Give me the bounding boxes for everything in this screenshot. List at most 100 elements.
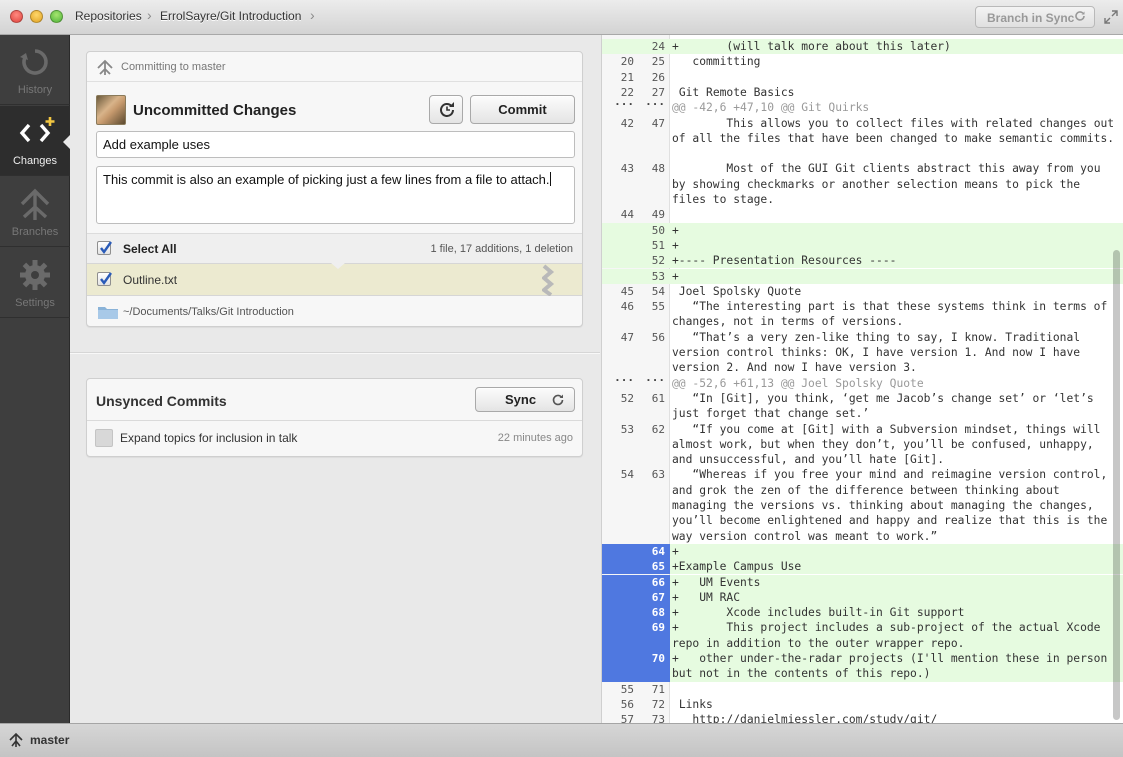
changes-icon	[19, 117, 55, 143]
diff-line-added[interactable]: 68 + Xcode includes built-in Git support	[602, 605, 1123, 621]
diff-line-added[interactable]: 53 +	[602, 268, 1123, 284]
new-line-number: 71	[651, 682, 665, 696]
select-all-row: Select All 1 file, 17 additions, 1 delet…	[87, 233, 582, 264]
new-line-number: 50	[651, 223, 665, 237]
diff-line[interactable]: 44 49	[602, 207, 1123, 222]
breadcrumb-repositories[interactable]: Repositories	[75, 9, 142, 23]
diff-line-added[interactable]: 67 + UM RAC	[602, 589, 1123, 606]
commit-panel: Committing to master Uncommitted Changes…	[86, 51, 583, 327]
line-content: This allows you to collect files with re…	[672, 116, 1121, 145]
new-line-number: 62	[651, 422, 665, 436]
sidebar-item-branches[interactable]: Branches	[0, 177, 70, 247]
new-line-number: 63	[651, 468, 665, 482]
diff-line[interactable]: 43 48 Most of the GUI Git clients abstrac…	[602, 161, 1123, 207]
sidebar-item-label: Branches	[11, 226, 59, 238]
diff-line[interactable]: 55 71	[602, 682, 1123, 697]
close-window-button[interactable]	[10, 10, 23, 23]
minimize-window-button[interactable]	[30, 10, 43, 23]
new-line-number: 68	[651, 606, 665, 620]
title-bar: Repositories › ErrolSayre/Git Introducti…	[0, 0, 1123, 35]
new-line-number: 56	[651, 330, 665, 344]
current-branch[interactable]: master	[30, 733, 69, 747]
status-bar: master	[0, 723, 1123, 757]
commit-description-text: This commit is also an example of pickin…	[103, 172, 550, 187]
line-content: + UM Events	[672, 575, 761, 589]
diff-line[interactable]: 22 27 Git Remote Basics	[602, 85, 1123, 100]
old-line-number: 45	[620, 284, 634, 298]
partial-selection-icon	[542, 264, 555, 296]
diff-hunk-header[interactable]: ...... @@ -52,6 +61,13 @@ Joel Spolsky Qu…	[602, 371, 1123, 391]
line-content: + Xcode includes built-in Git support	[672, 606, 965, 620]
old-line-number: 56	[620, 697, 634, 711]
commit-time: 22 minutes ago	[497, 432, 573, 444]
diff-line-added[interactable]: 52 +---- Presentation Resources ----	[602, 253, 1123, 269]
breadcrumb-separator-icon: ›	[310, 7, 315, 23]
old-line-number: 20	[620, 55, 634, 69]
old-line-number: 54	[620, 468, 634, 482]
file-checkbox[interactable]	[97, 272, 112, 286]
line-content: committing	[672, 55, 761, 69]
diff-line[interactable]: 57 73 http://danielmiessler.com/study/git…	[602, 712, 1123, 723]
diff-line-added[interactable]: 51 +	[602, 237, 1123, 254]
file-list-item[interactable]: Outline.txt	[87, 263, 582, 296]
refresh-clock-icon	[440, 102, 454, 117]
new-line-number: 73	[651, 713, 665, 723]
diff-line-added[interactable]: 69 + This project includes a sub-project …	[602, 620, 1123, 651]
diff-line-added[interactable]: 65 +Example Campus Use	[602, 559, 1123, 575]
diff-line[interactable]: 46 55 “The interesting part is that these…	[602, 299, 1123, 330]
new-line-number: 72	[651, 697, 665, 711]
select-all-label[interactable]: Select All	[123, 242, 177, 256]
diff-view[interactable]: 24 + (will talk more about this later) 20 2…	[601, 35, 1123, 723]
diff-line[interactable]: 42 47 This allows you to collect files wi…	[602, 116, 1123, 162]
commit-summary-input[interactable]: Add example uses	[96, 131, 575, 158]
old-line-number: 47	[620, 330, 634, 344]
new-line-number: 65	[651, 560, 665, 574]
diff-hunk-header[interactable]: ...... @@ -42,6 +47,10 @@ Git Quirks	[602, 95, 1123, 115]
zoom-window-button[interactable]	[50, 10, 63, 23]
sync-button[interactable]: Sync	[475, 387, 575, 412]
sidebar-item-changes[interactable]: Changes	[0, 106, 71, 176]
new-line-number: 61	[651, 391, 665, 405]
line-content: Links	[672, 697, 713, 711]
new-line-number: 70	[651, 652, 665, 665]
settings-icon	[20, 260, 50, 290]
diff-line[interactable]: 45 54 Joel Spolsky Quote	[602, 284, 1123, 299]
diff-line-added[interactable]: 50 +	[602, 222, 1123, 238]
sidebar-item-settings[interactable]: Settings	[0, 248, 70, 318]
breadcrumb-repository[interactable]: ErrolSayre/Git Introduction	[160, 9, 301, 23]
unsynced-commits-panel: Unsynced Commits Sync Expand topics for …	[86, 378, 583, 457]
fullscreen-icon[interactable]	[1104, 10, 1118, 24]
diff-line[interactable]: 54 63 “Whereas if you free your mind and …	[602, 467, 1123, 544]
old-line-number: 52	[620, 391, 634, 405]
new-line-number: 64	[651, 544, 665, 558]
branches-icon	[20, 188, 50, 220]
commit-description-input[interactable]: This commit is also an example of pickin…	[96, 166, 575, 224]
avatar	[96, 95, 126, 125]
diff-line[interactable]: 56 72 Links	[602, 697, 1123, 712]
old-line-number: 21	[620, 70, 634, 84]
diff-line-added[interactable]: 66 + UM Events	[602, 574, 1123, 590]
diff-line-added[interactable]: 64 +	[602, 543, 1123, 560]
commit-button[interactable]: Commit	[470, 95, 575, 124]
diff-line-added[interactable]: 24 + (will talk more about this later)	[602, 39, 1123, 55]
sidebar-item-history[interactable]: History	[0, 35, 70, 105]
discard-changes-button[interactable]	[429, 95, 463, 124]
diff-line[interactable]: 52 61 “In [Git], you think, ‘get me Jacob…	[602, 391, 1123, 422]
diff-scrollbar[interactable]	[1113, 250, 1120, 720]
diff-line-added[interactable]: 70 + other under-the-radar projects (I'll…	[602, 651, 1123, 682]
new-line-number: 26	[651, 70, 665, 84]
select-all-checkbox[interactable]	[97, 241, 112, 255]
commit-list-item[interactable]: Expand topics for inclusion in talk 22 m…	[87, 422, 582, 452]
diff-line[interactable]: 47 56 “That’s a very zen-like thing to sa…	[602, 330, 1123, 376]
repository-path-row[interactable]: ~/Documents/Talks/Git Introduction	[87, 296, 582, 327]
line-content: “In [Git], you think, ‘get me Jacob’s ch…	[672, 391, 1101, 421]
diff-line[interactable]: 53 62 “If you come at [Git] with a Subver…	[602, 422, 1123, 468]
line-content: +	[672, 238, 679, 252]
new-line-number: 25	[651, 55, 665, 69]
section-divider	[70, 352, 600, 353]
new-line-number: 48	[651, 162, 665, 176]
sidebar-item-label: Changes	[12, 155, 58, 167]
branch-sync-status-button[interactable]: Branch in Sync	[975, 6, 1095, 28]
diff-line[interactable]: 20 25 committing	[602, 54, 1123, 69]
diff-line[interactable]: 21 26	[602, 70, 1123, 85]
